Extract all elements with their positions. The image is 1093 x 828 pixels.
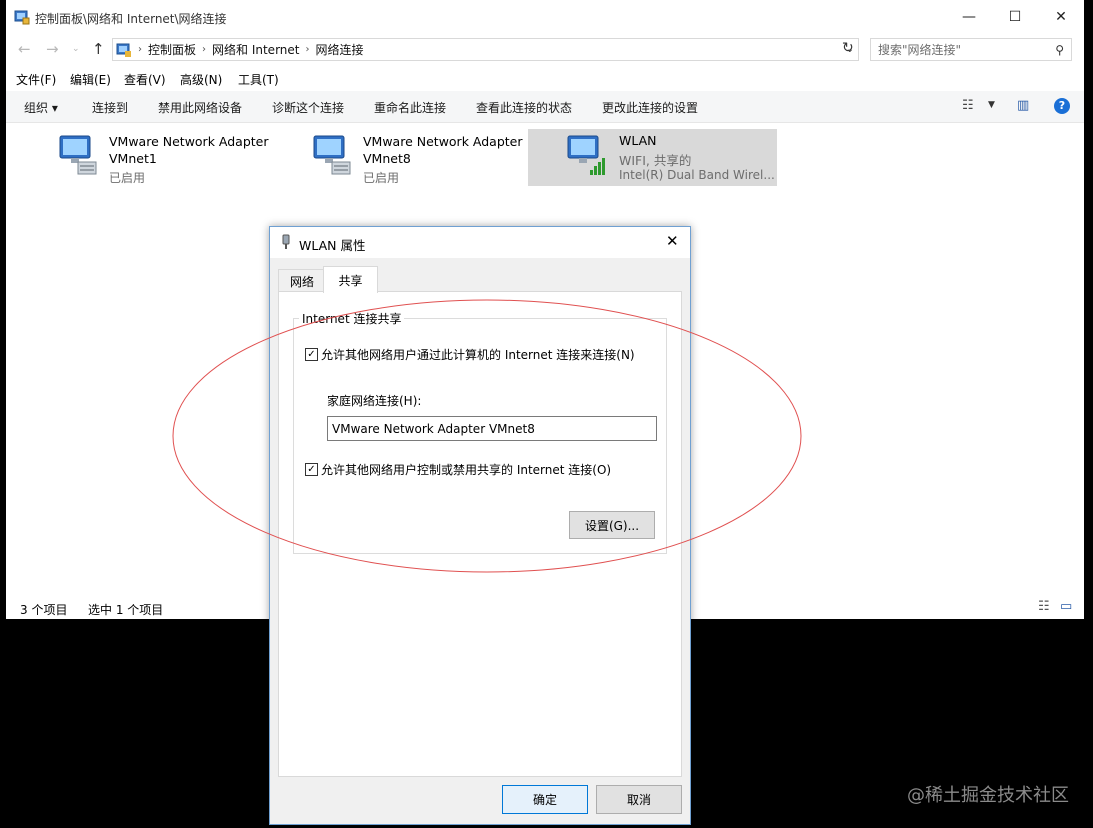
watermark: @稀土掘金技术社区 [907,785,1069,806]
tab-sharing[interactable]: 共享 [323,266,378,293]
annotation-ellipse [172,299,802,573]
